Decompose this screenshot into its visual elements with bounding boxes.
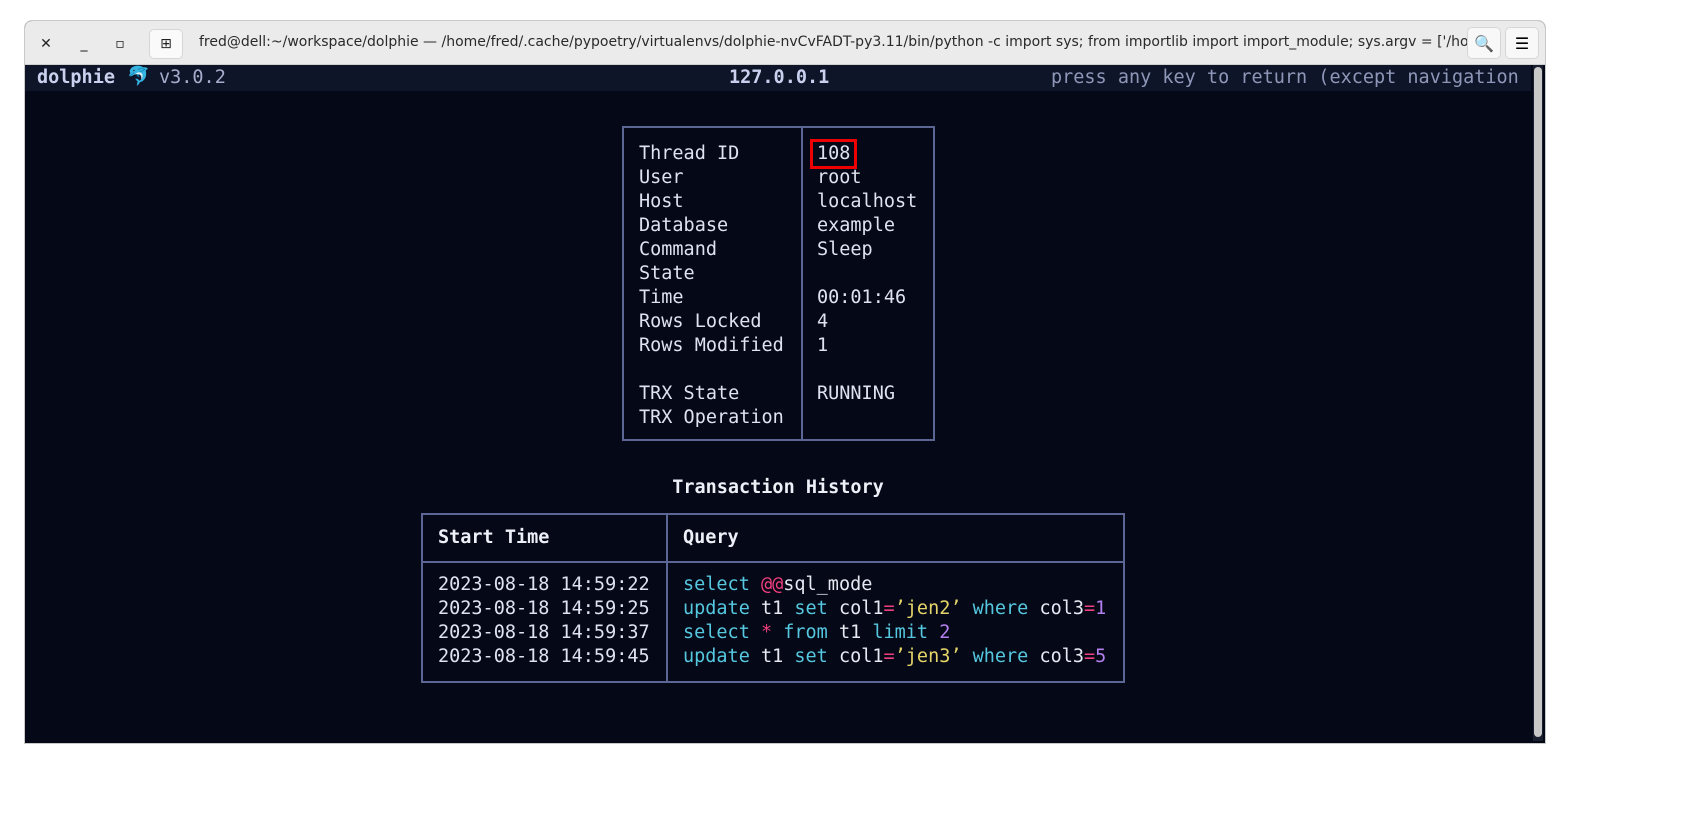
host-label: 127.0.0.1 <box>729 67 830 88</box>
title-bar: ✕ _ ▫ ⊞ fred@dell:~/workspace/dolphie — … <box>25 21 1545 65</box>
info-label: Database <box>639 215 729 236</box>
query-token: where <box>972 598 1029 619</box>
info-value: 1 <box>817 335 829 356</box>
query-token: col1 <box>827 646 884 667</box>
info-label: TRX Operation <box>639 407 784 428</box>
query-token: set <box>794 598 828 619</box>
query-token: select <box>683 574 750 595</box>
query-token <box>772 622 783 643</box>
app-name: dolphie <box>37 67 115 88</box>
start-time-cell: 2023-08-18 14:59:37 <box>438 622 650 643</box>
header-divider <box>423 561 1123 563</box>
column-divider <box>801 128 803 439</box>
info-value: 108 <box>809 139 858 169</box>
query-token: 2 <box>939 622 951 643</box>
column-header-query: Query <box>683 527 739 548</box>
query-token <box>750 622 761 643</box>
scrollbar-thumb[interactable] <box>1534 67 1542 737</box>
query-cell: select @@sql_mode <box>683 573 872 597</box>
column-header-start-time: Start Time <box>438 527 550 548</box>
query-token: 1 <box>1095 598 1107 619</box>
return-hint: press any key to return (except navigati… <box>1051 67 1519 88</box>
info-value: root <box>817 167 862 188</box>
column-divider <box>666 515 668 681</box>
query-token: t1 <box>827 622 873 643</box>
query-token: col1 <box>827 598 884 619</box>
query-token: 5 <box>1095 646 1107 667</box>
query-token: @@ <box>760 574 784 595</box>
info-label: Rows Locked <box>639 311 762 332</box>
info-label: Host <box>639 191 684 212</box>
query-token: update <box>683 646 750 667</box>
transaction-history-table: Start Time Query 2023-08-18 14:59:22 sele… <box>421 513 1125 683</box>
query-token: = <box>1084 646 1096 667</box>
query-cell: update t1 set col1=’jen2’ where col3=1 <box>683 597 1106 621</box>
minimize-button[interactable]: _ <box>69 29 99 59</box>
query-token: col3 <box>1028 598 1085 619</box>
transaction-history-title: Transaction History <box>672 477 884 498</box>
menu-icon[interactable]: ☰ <box>1505 27 1539 59</box>
query-token: ’jen3’ <box>894 646 962 667</box>
info-value: Sleep <box>817 239 873 260</box>
query-cell: select * from t1 limit 2 <box>683 621 950 645</box>
close-button[interactable]: ✕ <box>31 29 61 59</box>
query-token: where <box>972 646 1029 667</box>
info-value: example <box>817 215 895 236</box>
query-token: col3 <box>1028 646 1085 667</box>
start-time-cell: 2023-08-18 14:59:25 <box>438 598 650 619</box>
info-label: State <box>639 263 695 284</box>
query-token: sql_mode <box>783 574 873 595</box>
info-label: Thread ID <box>639 143 740 164</box>
query-cell: update t1 set col1=’jen3’ where col3=5 <box>683 645 1106 669</box>
info-label: Time <box>639 287 684 308</box>
query-token <box>750 574 761 595</box>
app-header: dolphie 🐬 v3.0.2 127.0.0.1 press any key… <box>25 65 1531 91</box>
info-label: TRX State <box>639 383 740 404</box>
info-value: 00:01:46 <box>817 287 907 308</box>
dolphin-icon: 🐬 <box>127 66 151 87</box>
query-token: t1 <box>749 598 795 619</box>
info-value: localhost <box>817 191 918 212</box>
terminal-window: ✕ _ ▫ ⊞ fred@dell:~/workspace/dolphie — … <box>24 20 1546 744</box>
window-title: fred@dell:~/workspace/dolphie — /home/fr… <box>199 34 1469 50</box>
query-token: = <box>883 598 895 619</box>
query-token: = <box>1084 598 1096 619</box>
info-label: Rows Modified <box>639 335 784 356</box>
info-label: Command <box>639 239 717 260</box>
query-token: ’jen2’ <box>894 598 962 619</box>
query-token <box>928 622 939 643</box>
query-token: from <box>783 622 828 643</box>
info-value: 4 <box>817 311 829 332</box>
query-token: t1 <box>749 646 795 667</box>
thread-info-panel: Thread ID 108 User root Host localhost Databas… <box>622 126 935 441</box>
query-token: update <box>683 598 750 619</box>
query-token <box>961 646 972 667</box>
start-time-cell: 2023-08-18 14:59:45 <box>438 646 650 667</box>
maximize-button[interactable]: ▫ <box>105 29 135 59</box>
query-token <box>961 598 972 619</box>
search-icon[interactable]: 🔍 <box>1467 27 1501 59</box>
scrollbar[interactable] <box>1533 65 1543 741</box>
query-token: limit <box>872 622 929 643</box>
info-label: User <box>639 167 684 188</box>
query-token: set <box>794 646 828 667</box>
app-version: v3.0.2 <box>159 67 226 88</box>
query-token: * <box>760 622 773 643</box>
info-value: RUNNING <box>817 383 895 404</box>
start-time-cell: 2023-08-18 14:59:22 <box>438 574 650 595</box>
query-token: = <box>883 646 895 667</box>
query-token: select <box>683 622 750 643</box>
new-tab-button[interactable]: ⊞ <box>149 29 183 59</box>
